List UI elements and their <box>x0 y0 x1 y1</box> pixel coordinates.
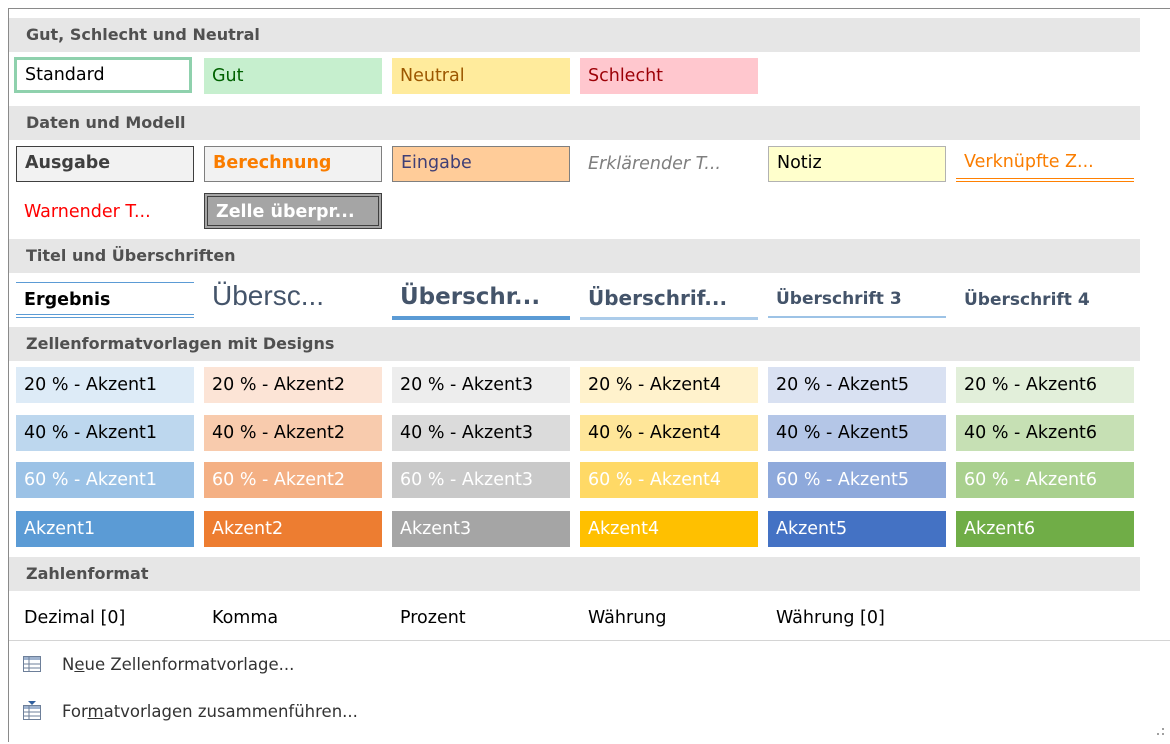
style-accent1[interactable]: Akzent1 <box>16 511 194 547</box>
style-output[interactable]: Ausgabe <box>16 146 194 182</box>
group-header-data-model: Daten und Modell <box>9 106 1140 140</box>
style-60-accent6[interactable]: 60 % - Akzent6 <box>956 462 1134 498</box>
new-cell-style-command[interactable]: Neue Zellenformatvorlage... <box>22 652 294 676</box>
style-accent2[interactable]: Akzent2 <box>204 511 382 547</box>
style-neutral[interactable]: Neutral <box>392 58 570 94</box>
style-40-accent6[interactable]: 40 % - Akzent6 <box>956 415 1134 451</box>
style-60-accent5[interactable]: 60 % - Akzent5 <box>768 462 946 498</box>
style-20-accent5[interactable]: 20 % - Akzent5 <box>768 367 946 403</box>
new-style-icon <box>22 654 42 674</box>
group-header-themed-styles: Zellenformatvorlagen mit Designs <box>9 327 1140 361</box>
style-20-accent6[interactable]: 20 % - Akzent6 <box>956 367 1134 403</box>
style-heading-2[interactable]: Überschrif... <box>580 280 758 320</box>
style-calculation[interactable]: Berechnung <box>204 146 382 182</box>
group-header-titles: Titel und Überschriften <box>9 239 1140 273</box>
style-currency[interactable]: Währung <box>580 600 758 636</box>
style-note[interactable]: Notiz <box>768 146 946 182</box>
group-header-number-format: Zahlenformat <box>9 557 1140 591</box>
style-heading-3[interactable]: Überschrift 3 <box>768 282 946 318</box>
style-accent6[interactable]: Akzent6 <box>956 511 1134 547</box>
style-heading-1[interactable]: Überschr... <box>392 278 570 320</box>
style-accent5[interactable]: Akzent5 <box>768 511 946 547</box>
style-60-accent2[interactable]: 60 % - Akzent2 <box>204 462 382 498</box>
style-input[interactable]: Eingabe <box>392 146 570 182</box>
style-explanatory[interactable]: Erklärender T... <box>580 146 758 182</box>
group-header-good-bad-neutral: Gut, Schlecht und Neutral <box>9 18 1140 52</box>
style-40-accent3[interactable]: 40 % - Akzent3 <box>392 415 570 451</box>
style-60-accent4[interactable]: 60 % - Akzent4 <box>580 462 758 498</box>
style-standard[interactable]: Standard <box>14 57 192 93</box>
style-20-accent4[interactable]: 20 % - Akzent4 <box>580 367 758 403</box>
style-bad[interactable]: Schlecht <box>580 58 758 94</box>
style-60-accent1[interactable]: 60 % - Akzent1 <box>16 462 194 498</box>
style-40-accent2[interactable]: 40 % - Akzent2 <box>204 415 382 451</box>
style-linked-cell[interactable]: Verknüpfte Z... <box>956 146 1134 182</box>
style-60-accent3[interactable]: 60 % - Akzent3 <box>392 462 570 498</box>
merge-styles-label: Formatvorlagen zusammenführen... <box>62 701 358 721</box>
style-good[interactable]: Gut <box>204 58 382 94</box>
style-20-accent2[interactable]: 20 % - Akzent2 <box>204 367 382 403</box>
style-accent3[interactable]: Akzent3 <box>392 511 570 547</box>
style-40-accent5[interactable]: 40 % - Akzent5 <box>768 415 946 451</box>
style-40-accent4[interactable]: 40 % - Akzent4 <box>580 415 758 451</box>
style-total[interactable]: Ergebnis <box>16 282 194 318</box>
style-20-accent3[interactable]: 20 % - Akzent3 <box>392 367 570 403</box>
style-40-accent1[interactable]: 40 % - Akzent1 <box>16 415 194 451</box>
style-heading-4[interactable]: Überschrift 4 <box>956 282 1134 318</box>
style-percent[interactable]: Prozent <box>392 600 570 636</box>
new-cell-style-label: Neue Zellenformatvorlage... <box>62 654 295 674</box>
style-accent4[interactable]: Akzent4 <box>580 511 758 547</box>
style-check-cell[interactable]: Zelle überpr... <box>204 193 382 229</box>
style-comma0[interactable]: Dezimal [0] <box>16 600 194 636</box>
style-warning-text[interactable]: Warnender T... <box>16 194 194 230</box>
style-comma[interactable]: Komma <box>204 600 382 636</box>
menu-separator <box>9 640 1170 641</box>
merge-styles-icon <box>22 701 42 721</box>
style-title[interactable]: Übersc... <box>204 274 382 318</box>
style-currency0[interactable]: Währung [0] <box>768 600 946 636</box>
style-20-accent1[interactable]: 20 % - Akzent1 <box>16 367 194 403</box>
resize-grip-icon[interactable] <box>1150 724 1166 740</box>
merge-styles-command[interactable]: Formatvorlagen zusammenführen... <box>22 699 358 723</box>
